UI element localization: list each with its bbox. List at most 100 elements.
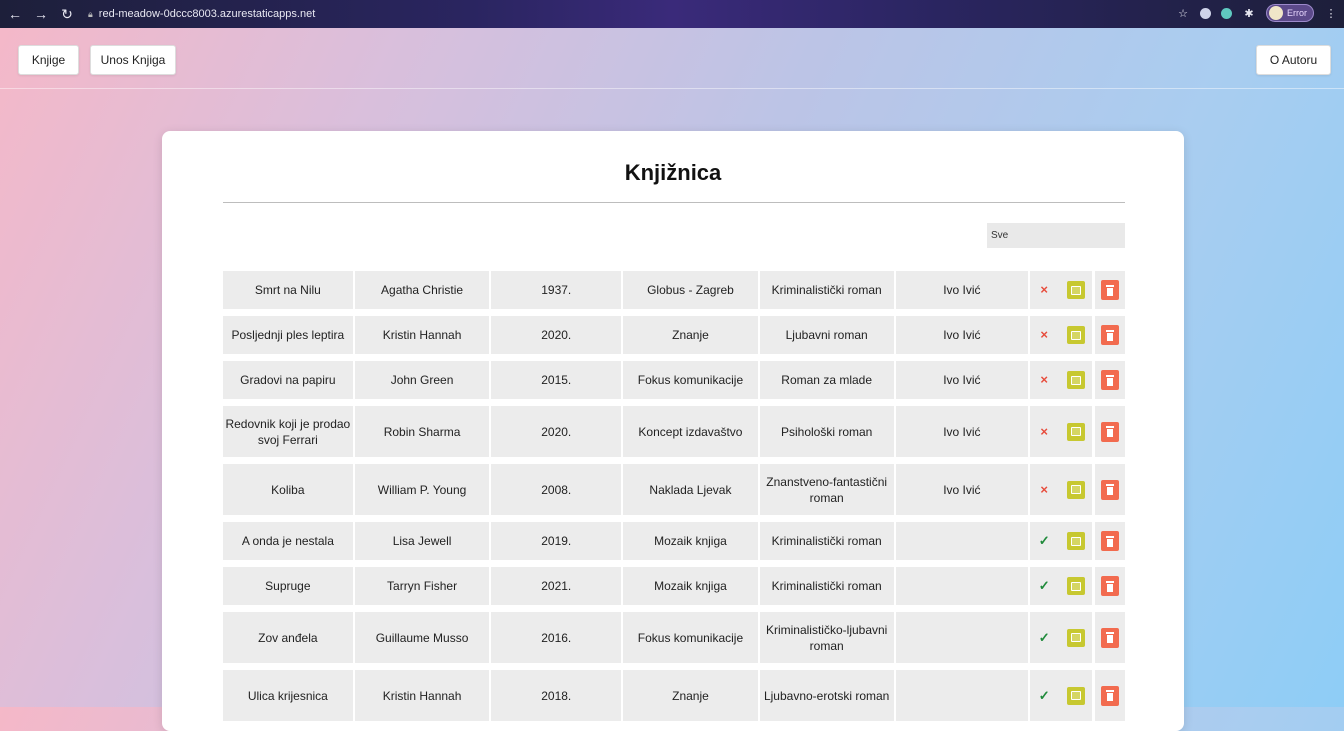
available-icon: ✓	[1038, 533, 1050, 548]
book-publisher: Fokus komunikacije	[623, 361, 758, 399]
table-row: Gradovi na papiru John Green 2015. Fokus…	[223, 361, 1125, 399]
nav-books-button[interactable]: Knjige	[18, 45, 79, 75]
book-publisher: Znanje	[623, 670, 758, 721]
book-publisher: Naklada Ljevak	[623, 464, 758, 515]
address-bar[interactable]: red-meadow-0dccc8003.azurestaticapps.net	[99, 8, 315, 20]
table-row: Redovnik koji je prodao svoj Ferrari Rob…	[223, 406, 1125, 457]
profile-status: Error	[1287, 8, 1307, 18]
row-actions: ×	[1030, 361, 1125, 399]
library-card: Knjižnica Sve Smrt na Nilu Agatha Christ…	[162, 131, 1184, 731]
table-row: Ulica krijesnica Kristin Hannah 2018. Zn…	[223, 670, 1125, 721]
extension-icon[interactable]	[1200, 7, 1211, 19]
unavailable-icon: ×	[1040, 282, 1049, 297]
edit-button[interactable]	[1067, 686, 1086, 705]
delete-button[interactable]	[1101, 685, 1120, 706]
action-divider	[1092, 271, 1096, 309]
trash-icon-body	[1107, 635, 1114, 643]
unavailable-icon: ×	[1040, 423, 1049, 439]
edit-icon	[1071, 375, 1082, 385]
table-row: Koliba William P. Young 2008. Naklada Lj…	[223, 464, 1125, 515]
delete-button[interactable]	[1101, 421, 1120, 442]
profile-button[interactable]: Error	[1266, 4, 1314, 22]
trash-icon	[1106, 535, 1115, 538]
book-genre: Kriminalistički roman	[759, 522, 894, 560]
back-icon[interactable]: ←	[8, 6, 22, 22]
book-title: Koliba	[223, 464, 353, 515]
edit-button[interactable]	[1067, 371, 1086, 389]
reload-icon[interactable]: ↻	[60, 6, 74, 23]
delete-button[interactable]	[1101, 280, 1120, 300]
book-publisher: Globus - Zagreb	[623, 271, 758, 309]
row-actions: ✓	[1030, 522, 1125, 560]
delete-button[interactable]	[1101, 479, 1120, 500]
book-title: Gradovi na papiru	[223, 361, 353, 399]
action-divider	[1092, 316, 1096, 354]
edit-button[interactable]	[1067, 281, 1086, 299]
edit-icon	[1071, 285, 1082, 295]
row-actions: ×	[1030, 271, 1125, 309]
react-extension-icon[interactable]	[1221, 7, 1232, 19]
action-divider	[1092, 612, 1096, 663]
trash-icon	[1106, 374, 1115, 377]
trash-icon	[1106, 690, 1115, 692]
star-icon[interactable]: ☆	[1176, 6, 1190, 20]
book-title: Smrt na Nilu	[223, 271, 353, 309]
table-row: Smrt na Nilu Agatha Christie 1937. Globu…	[223, 271, 1125, 309]
delete-button[interactable]	[1101, 325, 1120, 345]
book-borrower: Ivo Ivić	[895, 361, 1029, 399]
row-actions: ×	[1030, 316, 1125, 354]
trash-icon-body	[1107, 487, 1114, 495]
book-author: John Green	[354, 361, 490, 399]
book-title: Redovnik koji je prodao svoj Ferrari	[223, 406, 353, 457]
book-year: 2020.	[491, 406, 622, 457]
status-filter-value: Sve	[991, 230, 1009, 241]
edit-button[interactable]	[1067, 422, 1086, 441]
kebab-menu-icon[interactable]: ⋮	[1324, 6, 1338, 20]
delete-button[interactable]	[1101, 370, 1120, 390]
available-icon: ✓	[1038, 629, 1050, 645]
action-divider	[1092, 406, 1096, 457]
trash-icon-body	[1107, 287, 1114, 296]
unavailable-icon: ×	[1040, 481, 1049, 497]
book-publisher: Koncept izdavaštvo	[623, 406, 758, 457]
avatar	[1269, 6, 1283, 20]
nav-divider	[0, 88, 1344, 89]
nav-about-button[interactable]: O Autoru	[1256, 45, 1331, 75]
trash-icon-body	[1107, 429, 1114, 437]
trash-icon	[1106, 329, 1115, 332]
edit-button[interactable]	[1067, 628, 1086, 647]
edit-icon	[1071, 485, 1082, 494]
book-year: 2015.	[491, 361, 622, 399]
trash-icon	[1106, 426, 1115, 428]
delete-button[interactable]	[1101, 576, 1120, 596]
book-genre: Ljubavni roman	[759, 316, 894, 354]
nav-add-book-button[interactable]: Unos Knjiga	[90, 45, 176, 75]
lock-icon[interactable]: 🔒︎	[88, 9, 93, 20]
edit-button[interactable]	[1067, 577, 1086, 595]
status-filter-select[interactable]: Sve	[987, 223, 1125, 248]
puzzle-icon[interactable]: ✱	[1242, 6, 1256, 20]
delete-button[interactable]	[1101, 531, 1120, 551]
title-divider	[223, 202, 1125, 203]
book-genre: Roman za mlade	[759, 361, 894, 399]
action-divider	[1092, 464, 1096, 515]
book-title: Ulica krijesnica	[223, 670, 353, 721]
book-year: 2021.	[491, 567, 622, 605]
trash-icon	[1106, 284, 1115, 287]
book-borrower: Ivo Ivić	[895, 316, 1029, 354]
table-row: Supruge Tarryn Fisher 2021. Mozaik knjig…	[223, 567, 1125, 605]
forward-icon[interactable]: →	[34, 6, 48, 22]
table-row: A onda je nestala Lisa Jewell 2019. Moza…	[223, 522, 1125, 560]
row-actions: ✓	[1030, 567, 1125, 605]
delete-button[interactable]	[1101, 627, 1120, 648]
edit-button[interactable]	[1067, 480, 1086, 499]
book-title: Zov anđela	[223, 612, 353, 663]
trash-icon	[1106, 484, 1115, 486]
table-row: Zov anđela Guillaume Musso 2016. Fokus k…	[223, 612, 1125, 663]
browser-toolbar: ← → ↻ 🔒︎ red-meadow-0dccc8003.azurestati…	[0, 0, 1344, 28]
edit-button[interactable]	[1067, 326, 1086, 344]
trash-icon-body	[1107, 583, 1114, 592]
edit-button[interactable]	[1067, 532, 1086, 550]
trash-icon-body	[1107, 377, 1114, 386]
book-publisher: Mozaik knjiga	[623, 567, 758, 605]
